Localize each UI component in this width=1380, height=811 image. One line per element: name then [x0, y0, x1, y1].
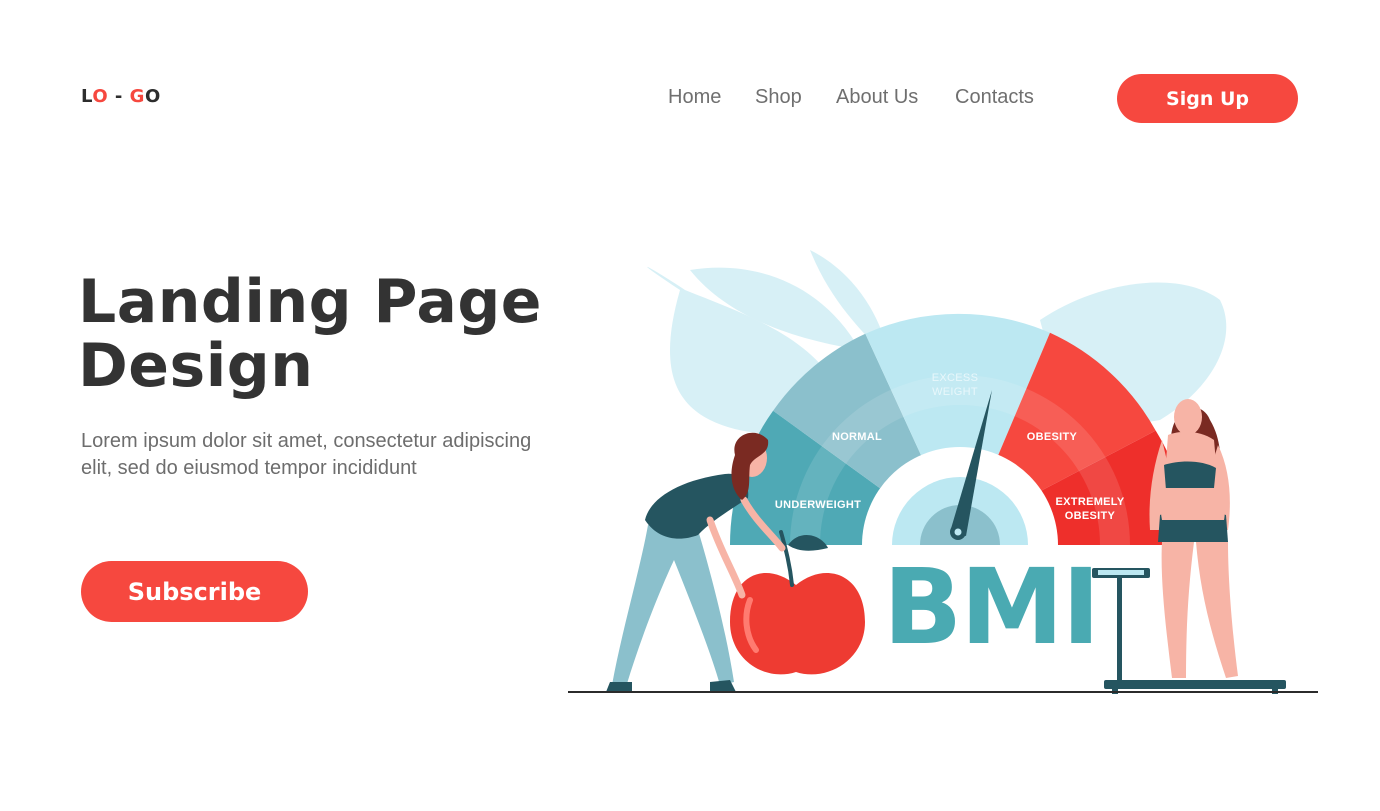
label-obesity: OBESITY — [1027, 431, 1078, 443]
nav-about-us[interactable]: About Us — [836, 86, 918, 109]
hero-description: Lorem ipsum dolor sit amet, consectetur … — [81, 430, 532, 479]
label-excess-line2: WEIGHT — [932, 386, 978, 398]
label-underweight: UNDERWEIGHT — [775, 499, 861, 511]
woman-right-graphic — [1149, 399, 1238, 678]
page-title: Landing Page Design — [78, 267, 542, 401]
label-extremely-line2: OBESITY — [1065, 510, 1116, 522]
label-normal: NORMAL — [832, 431, 882, 443]
nav-home[interactable]: Home — [668, 86, 721, 109]
apple-graphic — [730, 530, 865, 675]
nav-shop[interactable]: Shop — [755, 86, 802, 109]
nav-contacts[interactable]: Contacts — [955, 86, 1034, 109]
bmi-illustration: UNDERWEIGHT NORMAL EXCESS WEIGHT OBESITY… — [568, 250, 1318, 694]
sign-up-button[interactable]: Sign Up — [1117, 74, 1298, 123]
logo[interactable]: LO - GO — [81, 86, 161, 107]
label-excess-line1: EXCESS — [932, 372, 978, 384]
bmi-text: BMI — [883, 546, 1098, 668]
label-extremely-line1: EXTREMELY — [1056, 496, 1125, 508]
subscribe-button[interactable]: Subscribe — [81, 561, 308, 622]
